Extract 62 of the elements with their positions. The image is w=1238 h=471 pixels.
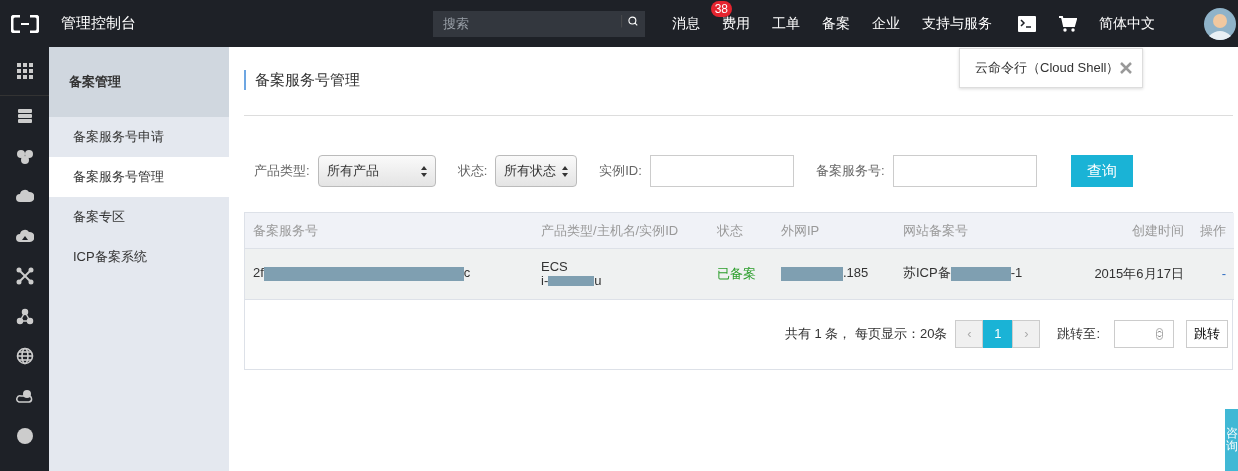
filter-label: 实例ID: [599, 162, 642, 181]
table-cell: .185 [843, 265, 869, 281]
notification-badge: 38 [710, 1, 732, 17]
column-header: 外网IP [773, 213, 895, 248]
sidebar-item[interactable]: ICP备案系统 [49, 237, 229, 277]
circle-icon[interactable] [15, 427, 34, 445]
gear-cloud-icon[interactable] [15, 387, 34, 405]
close-icon[interactable] [1120, 62, 1132, 74]
network-icon[interactable] [15, 267, 34, 285]
logo-icon[interactable] [10, 14, 39, 33]
filter-label: 状态: [457, 162, 488, 181]
globe-icon[interactable] [15, 347, 34, 365]
action-link[interactable]: - [1221, 265, 1226, 281]
pagination-summary: 共有 1 条， 每页显示：20条 [784, 325, 948, 344]
column-header: 网站备案号 [895, 213, 1081, 248]
cart-icon[interactable] [1059, 15, 1077, 32]
text-field[interactable] [649, 155, 794, 187]
table-cell: -1 [1010, 265, 1023, 281]
search-icon[interactable] [617, 10, 645, 37]
nav-link[interactable]: 备案 [822, 13, 850, 34]
table-cell: ECS [541, 258, 568, 274]
text-field[interactable] [892, 155, 1037, 187]
page-number-field[interactable] [1114, 320, 1174, 348]
filter-label: 产品类型: [254, 162, 310, 181]
nodes-icon[interactable] [15, 307, 34, 325]
column-header: 操作 [1192, 213, 1234, 248]
nav-link[interactable]: 企业 [872, 13, 900, 34]
select-field[interactable]: 所有状态 [495, 155, 578, 187]
table-cell: i- [541, 272, 549, 288]
table-cell: c [463, 265, 471, 281]
search-field[interactable]: 搜索 [433, 10, 617, 37]
console-title: 管理控制台 [61, 13, 137, 34]
table-cell: 苏ICP备 [903, 265, 951, 281]
language-link[interactable]: 简体中文 [1099, 13, 1155, 34]
table-cell: 已备案 [717, 265, 756, 281]
column-header: 产品类型/主机名/实例ID [533, 213, 709, 248]
sort-caret-icon [562, 165, 569, 177]
cloud-upload-icon[interactable] [15, 227, 34, 245]
nav-link[interactable]: 支持与服务 [922, 13, 992, 34]
cloud-icon[interactable] [15, 187, 34, 205]
column-header: 状态 [709, 213, 773, 248]
terminal-icon[interactable] [1018, 15, 1036, 32]
sidebar-title: 备案管理 [49, 47, 229, 117]
apps-icon[interactable] [15, 62, 34, 80]
table-cell: 2015年6月17日 [1094, 265, 1184, 281]
nav-link[interactable]: 工单 [772, 13, 800, 34]
sidebar-item[interactable]: 备案专区 [49, 197, 229, 237]
jump-button[interactable]: 跳转 [1186, 320, 1228, 348]
cluster-icon[interactable] [15, 147, 34, 165]
column-header: 创建时间 [1081, 213, 1192, 248]
avatar-icon[interactable] [1204, 7, 1236, 40]
sort-caret-icon [420, 165, 427, 177]
jump-label: 跳转至: [1057, 325, 1100, 344]
table-cell: 2f [253, 265, 264, 281]
server-icon[interactable] [15, 107, 34, 125]
spinner-icon[interactable] [1156, 328, 1163, 340]
filter-label: 备案服务号: [815, 162, 885, 181]
table-cell: u [594, 272, 602, 288]
select-field[interactable]: 所有产品 [317, 155, 436, 187]
sidebar-item[interactable]: 备案服务号管理 [49, 157, 229, 197]
column-header: 备案服务号 [245, 213, 533, 248]
sidebar-item[interactable]: 备案服务号申请 [49, 117, 229, 157]
